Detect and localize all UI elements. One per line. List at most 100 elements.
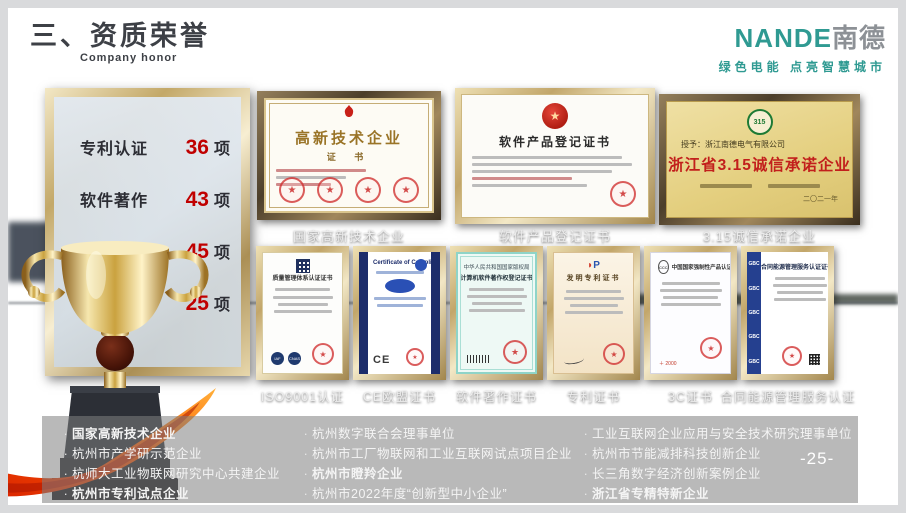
honor-item: ·杭州市专利试点企业: [60, 484, 280, 504]
honors-column-1: ·国家高新技术企业 ·杭州市产学研示范企业 ·杭师大工业物联网研究中心共建企业 …: [60, 424, 280, 504]
certificate-title: 质量管理体系认证证书: [263, 275, 342, 283]
honor-item: ·杭师大工业物联网研究中心共建企业: [60, 464, 280, 484]
cert-caption-iso: ISO9001认证: [256, 386, 349, 405]
background-photo: 专利认证 36 项 软件著作 43 项 资质认证 45 项 荣誉证书 25: [8, 70, 898, 505]
slide: 三、资质荣誉 Company honor NANDE南德 绿色电能 点亮智慧城市…: [8, 8, 898, 505]
certificate-315-integrity: 315 授予：浙江南德电气有限公司 浙江省3.15诚信承诺企业 二〇二一年: [659, 94, 860, 225]
honor-item: ·杭州市瞪羚企业: [300, 464, 572, 484]
logo-cjk: 南德: [832, 23, 886, 53]
certificate-title: 浙江省3.15诚信承诺企业: [667, 153, 852, 175]
page-title: 三、资质荣誉: [30, 14, 210, 53]
certificate-subtitle: 证 书: [266, 150, 432, 163]
certificate-title: 合同能源管理服务认证证书: [761, 262, 826, 271]
issuer-marks: [667, 184, 852, 188]
page-number: -25-: [800, 449, 834, 469]
bullet-icon: ·: [300, 424, 312, 444]
stat-value: 43: [186, 188, 209, 212]
seal-icon: ★: [782, 346, 802, 366]
ce-side-band: [431, 252, 440, 374]
bullet-icon: ·: [580, 464, 592, 484]
seal-icon: ★: [503, 340, 527, 364]
cert-caption-national-hightech: 国家高新技术企业: [257, 226, 441, 245]
ce-mark-icon: CE: [373, 354, 390, 366]
bullet-icon: ·: [300, 444, 312, 464]
bullet-icon: ·: [580, 484, 592, 504]
honor-item: ·杭州市工厂物联网和工业互联网试点项目企业: [300, 444, 572, 464]
certificate-title: Certificate of Compliance: [373, 260, 440, 266]
certificate-ce: Certificate of Compliance CE ★: [353, 246, 446, 380]
seal-icon: ★: [317, 177, 343, 203]
certificate-energy-management: GBCGBC GBCGBC GBC 合同能源管理服务认证证书 ★: [741, 246, 834, 380]
cnipa-logo-icon: ◗P: [554, 260, 633, 271]
certificate-3c: CCC 中国国家强制性产品认证证书 ＋ 2000 ★: [644, 246, 737, 380]
bullet-icon: ·: [580, 424, 592, 444]
stat-label: 专利认证: [80, 135, 148, 159]
honor-item: ·国家高新技术企业: [60, 424, 280, 444]
red-seals: ★ ★ ★ ★: [266, 177, 432, 203]
flame-icon: [341, 104, 357, 120]
seal-icon: ★: [355, 177, 381, 203]
certificate-heading: CCC 中国国家强制性产品认证证书: [658, 260, 730, 274]
certificate-title: 计算机软件著作权登记证书: [458, 273, 535, 282]
certificate-title: 软件产品登记证书: [462, 133, 648, 150]
certificate-issuer: 中华人民共和国国家版权局: [458, 263, 535, 271]
certificate-software-copyright: 中华人民共和国国家版权局 计算机软件著作权登记证书 ★: [450, 246, 543, 380]
bullet-icon: ·: [60, 484, 72, 504]
gbc-side-band: GBCGBC GBCGBC GBC: [747, 252, 761, 374]
certificate-software-product: ★ 软件产品登记证书 ★: [455, 88, 655, 224]
stat-row-patents: 专利认证 36 项: [80, 135, 230, 160]
signature-icon: [564, 355, 585, 365]
honor-item: ·杭州市产学研示范企业: [60, 444, 280, 464]
honor-item: ·杭州数字联合会理事单位: [300, 424, 572, 444]
bullet-icon: ·: [60, 464, 72, 484]
certificate-title: 高新技术企业: [266, 127, 432, 148]
certificate-patent: ◗P 发明专利证书 ★: [547, 246, 640, 380]
seal-icon: ★: [406, 348, 424, 366]
honors-panel: ·国家高新技术企业 ·杭州市产学研示范企业 ·杭师大工业物联网研究中心共建企业 …: [42, 416, 858, 503]
stat-unit: 项: [214, 187, 230, 211]
certificate-awardee: 授予：浙江南德电气有限公司: [681, 139, 852, 150]
ce-oval-mark: [385, 279, 415, 293]
certificate-footnote: ＋ 2000: [659, 360, 677, 367]
cnas-logo-icon: CNAS: [288, 352, 301, 365]
ccc-logo-icon: CCC: [658, 260, 669, 274]
stat-row-software: 软件著作 43 项: [80, 187, 230, 212]
honor-item: ·工业互联网企业应用与安全技术研究理事单位: [580, 424, 852, 444]
certificate-iso9001: 质量管理体系认证证书 IAF CNAS ★: [256, 246, 349, 380]
cert-caption-patent: 专利证书: [547, 386, 640, 405]
cert-caption-315: 3.15诚信承诺企业: [659, 226, 860, 245]
barcode-icon: [467, 355, 489, 363]
honors-column-2: ·杭州数字联合会理事单位 ·杭州市工厂物联网和工业互联网试点项目企业 ·杭州市瞪…: [300, 424, 572, 504]
seal-icon: ★: [393, 177, 419, 203]
cert-caption-ce: CE欧盟证书: [353, 386, 446, 405]
honor-item: ·杭州市2022年度“创新型中小企业”: [300, 484, 572, 504]
qr-code-icon: [809, 354, 820, 365]
seal-icon: ★: [279, 177, 305, 203]
iaf-logo-icon: IAF: [271, 352, 284, 365]
bullet-icon: ·: [300, 464, 312, 484]
cert-caption-software-product: 软件产品登记证书: [455, 226, 655, 245]
certificate-title: 中国国家强制性产品认证证书: [672, 263, 731, 271]
accreditation-logos: IAF CNAS: [271, 352, 301, 365]
iso-emblem-icon: [296, 259, 310, 273]
stat-unit: 项: [214, 135, 230, 159]
seal-icon: ★: [312, 343, 334, 365]
stat-label: 软件著作: [80, 187, 148, 211]
honor-item: ·浙江省专精特新企业: [580, 484, 852, 504]
seal-icon: ★: [700, 337, 722, 359]
cert-caption-energy: 合同能源管理服务认证: [708, 386, 868, 405]
bullet-icon: ·: [300, 484, 312, 504]
cb-logo-icon: [415, 259, 427, 271]
ce-side-band: [359, 252, 368, 374]
cert-caption-copyright: 软件著作证书: [450, 386, 543, 405]
315-logo-icon: 315: [747, 109, 773, 135]
bullet-icon: ·: [580, 444, 592, 464]
page-subtitle: Company honor: [80, 52, 177, 64]
certificate-year: 二〇二一年: [667, 194, 838, 204]
seal-icon: ★: [610, 181, 636, 207]
stat-value: 36: [186, 136, 209, 160]
seal-icon: ★: [603, 343, 625, 365]
logo-latin: NANDE: [735, 23, 832, 53]
logo-wordmark: NANDE南德: [719, 18, 886, 55]
certificate-national-hightech: 高新技术企业 证 书 ★ ★ ★ ★: [257, 91, 441, 220]
